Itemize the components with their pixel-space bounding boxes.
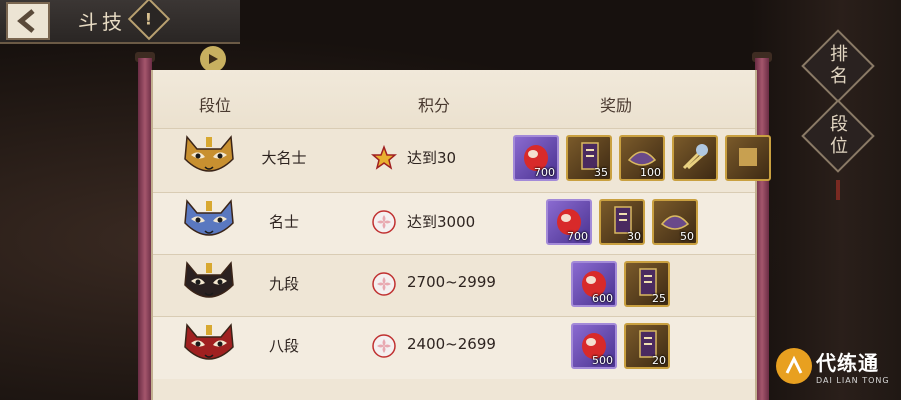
play-icon[interactable] bbox=[200, 46, 226, 72]
reward-count: 20 bbox=[652, 354, 666, 367]
reward-list: 600 25 bbox=[571, 261, 670, 307]
star-badge-icon bbox=[370, 144, 398, 171]
reward-item[interactable]: 500 bbox=[571, 323, 617, 369]
sakura-badge-icon bbox=[371, 271, 397, 297]
rank-reward-panel: 段位 积分 奖励 大名士 达到30 700 35 100 名士 达到3000 7… bbox=[151, 70, 771, 400]
table-row: 九段 2700~2999 600 25 bbox=[153, 254, 755, 317]
header-rank: 段位 bbox=[199, 96, 232, 115]
reward-list: 700 30 50 bbox=[546, 199, 698, 245]
table-row: 大名士 达到30 700 35 100 bbox=[153, 128, 771, 191]
reward-item[interactable]: 35 bbox=[566, 135, 612, 181]
table-row: 名士 达到3000 700 30 50 bbox=[153, 192, 755, 255]
page-title: 斗技 bbox=[78, 10, 126, 34]
scroll-rod-left bbox=[138, 58, 152, 400]
rank-mask-icon bbox=[181, 197, 237, 245]
rank-mask-icon bbox=[181, 133, 237, 181]
reward-item[interactable] bbox=[672, 135, 718, 181]
rank-name: 八段 bbox=[268, 337, 299, 355]
exclamation-icon: ! bbox=[145, 9, 153, 29]
sakura-badge-icon bbox=[371, 209, 397, 235]
reward-item[interactable]: 600 bbox=[571, 261, 617, 307]
reward-item[interactable]: 700 bbox=[546, 199, 592, 245]
sakura-badge-icon bbox=[371, 333, 397, 359]
rank-name: 大名士 bbox=[261, 149, 307, 167]
watermark-subtext: DAI LIAN TONG bbox=[816, 376, 890, 385]
reward-item[interactable] bbox=[725, 135, 771, 181]
score-requirement: 2700~2999 bbox=[407, 273, 496, 291]
reward-count: 50 bbox=[680, 230, 694, 243]
reward-list: 700 35 100 bbox=[513, 135, 771, 181]
reward-count: 700 bbox=[534, 166, 555, 179]
rank-mask-icon bbox=[181, 321, 237, 369]
reward-count: 600 bbox=[592, 292, 613, 305]
reward-item[interactable]: 30 bbox=[599, 199, 645, 245]
tier-button-label: 段位 bbox=[830, 114, 848, 157]
reward-count: 35 bbox=[594, 166, 608, 179]
reward-item[interactable]: 100 bbox=[619, 135, 665, 181]
reward-count: 30 bbox=[627, 230, 641, 243]
table-row: 八段 2400~2699 500 20 bbox=[153, 316, 755, 379]
reward-item[interactable]: 20 bbox=[624, 323, 670, 369]
reward-item[interactable]: 25 bbox=[624, 261, 670, 307]
reward-item[interactable]: 700 bbox=[513, 135, 559, 181]
rank-name: 九段 bbox=[268, 275, 299, 293]
header-reward: 奖励 bbox=[600, 96, 633, 115]
back-arrow-icon bbox=[17, 9, 35, 33]
score-requirement: 2400~2699 bbox=[407, 335, 496, 353]
score-requirement: 达到30 bbox=[407, 149, 457, 167]
score-requirement: 达到3000 bbox=[407, 213, 476, 231]
ranking-button-label: 排名 bbox=[830, 44, 848, 87]
reward-count: 25 bbox=[652, 292, 666, 305]
table-header: 段位 积分 奖励 bbox=[153, 70, 755, 128]
back-button[interactable] bbox=[6, 2, 50, 40]
rank-name: 名士 bbox=[268, 213, 299, 231]
watermark-logo bbox=[776, 348, 812, 384]
scroll-rod-right bbox=[755, 58, 769, 400]
watermark-text: 代练通 bbox=[816, 351, 879, 375]
tassel-decoration bbox=[836, 180, 840, 200]
reward-count: 700 bbox=[567, 230, 588, 243]
reward-count: 100 bbox=[640, 166, 661, 179]
reward-count: 500 bbox=[592, 354, 613, 367]
top-bar: 斗技 ! bbox=[0, 0, 240, 44]
header-score: 积分 bbox=[418, 96, 451, 115]
reward-item[interactable]: 50 bbox=[652, 199, 698, 245]
reward-list: 500 20 bbox=[571, 323, 670, 369]
rank-mask-icon bbox=[181, 259, 237, 307]
watermark: 代练通 DAI LIAN TONG bbox=[776, 340, 898, 392]
info-button[interactable]: ! bbox=[127, 0, 171, 41]
